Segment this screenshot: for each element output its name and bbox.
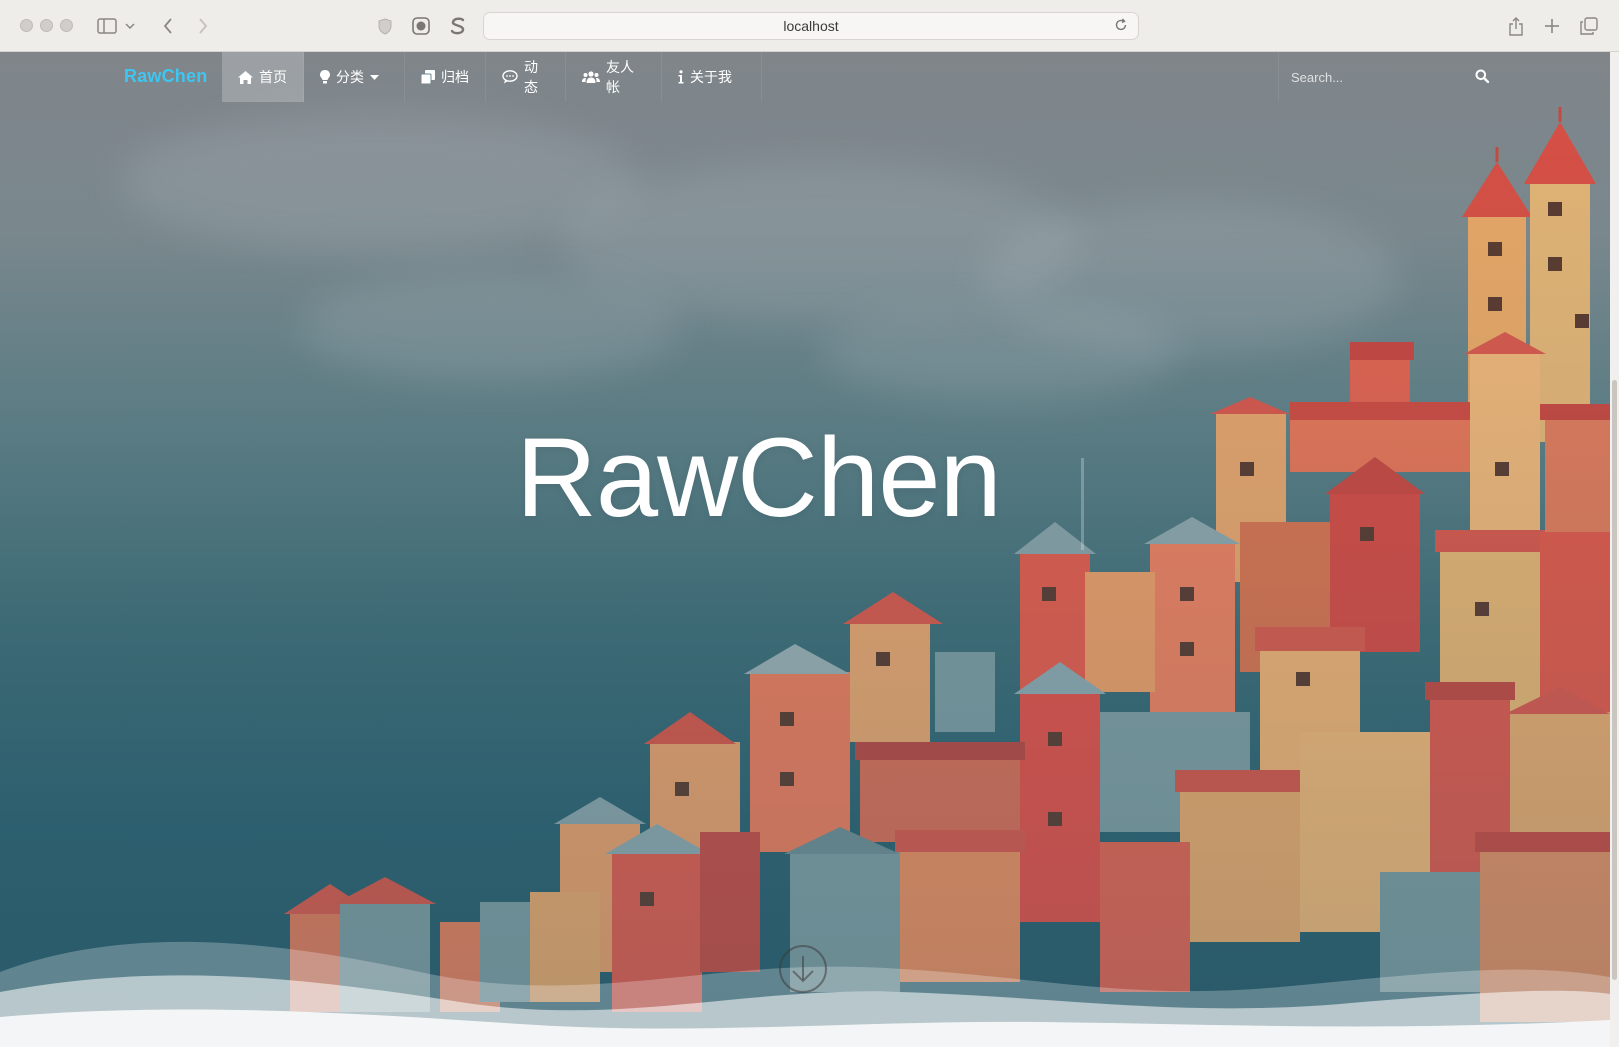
nav-item-category[interactable]: 分类: [304, 52, 405, 102]
comment-icon: [502, 70, 518, 84]
search-box: [1278, 52, 1500, 102]
close-window-button[interactable]: [20, 19, 33, 32]
nav-item-label: 关于我: [690, 69, 732, 85]
users-icon: [582, 71, 600, 83]
zoom-window-button[interactable]: [60, 19, 73, 32]
reload-icon[interactable]: [1114, 18, 1130, 34]
nav-item-label: 友人帐: [606, 59, 634, 95]
nav-item-about[interactable]: 关于我: [662, 52, 762, 102]
copy-icon: [421, 70, 435, 84]
minimize-window-button[interactable]: [40, 19, 53, 32]
new-tab-icon[interactable]: [1539, 13, 1565, 39]
tab-overview-icon[interactable]: [1576, 13, 1602, 39]
url-text: localhost: [783, 18, 839, 34]
nav-item-home[interactable]: 首页: [222, 52, 304, 102]
scroll-down-icon[interactable]: [778, 944, 828, 994]
lightbulb-icon: [320, 70, 330, 84]
nav-item-friends[interactable]: 友人帐: [566, 52, 662, 102]
extension-s-icon[interactable]: [445, 13, 471, 39]
back-icon[interactable]: [155, 13, 181, 39]
hero-title: RawChen: [516, 415, 1002, 540]
sidebar-toggle-icon[interactable]: [94, 13, 120, 39]
search-input[interactable]: [1291, 67, 1461, 87]
browser-window: localhost RawChen 首页 分类 归档 动态 友人帐 关于我 Se…: [0, 0, 1619, 1047]
town-illustration: [0, 52, 1610, 1047]
search-icon[interactable]: [1475, 69, 1491, 85]
info-icon: [678, 70, 684, 84]
site-brand[interactable]: RawChen: [124, 66, 207, 87]
nav-item-label: 分类: [336, 69, 364, 85]
nav-item-label: 动态: [524, 59, 538, 95]
nav-item-label: 首页: [259, 69, 287, 85]
address-bar[interactable]: localhost: [483, 12, 1139, 40]
caret-down-icon: [370, 74, 379, 80]
nav-item-archive[interactable]: 归档: [405, 52, 486, 102]
top-navbar: RawChen 首页 分类 归档 动态 友人帐 关于我 Search...: [0, 52, 1610, 102]
nav-item-moments[interactable]: 动态: [486, 52, 566, 102]
forward-icon[interactable]: [190, 13, 216, 39]
home-icon: [238, 70, 253, 84]
chevron-down-icon[interactable]: [122, 13, 138, 39]
share-icon[interactable]: [1503, 13, 1529, 39]
extension-record-icon[interactable]: [408, 13, 434, 39]
typing-cursor: [1081, 458, 1084, 550]
browser-toolbar: localhost: [0, 0, 1619, 52]
privacy-shield-icon[interactable]: [372, 13, 398, 39]
nav-item-label: 归档: [441, 69, 469, 85]
scrollbar-thumb[interactable]: [1612, 380, 1617, 980]
page-content: RawChen 首页 分类 归档 动态 友人帐 关于我 Search... Ra…: [0, 52, 1610, 1047]
